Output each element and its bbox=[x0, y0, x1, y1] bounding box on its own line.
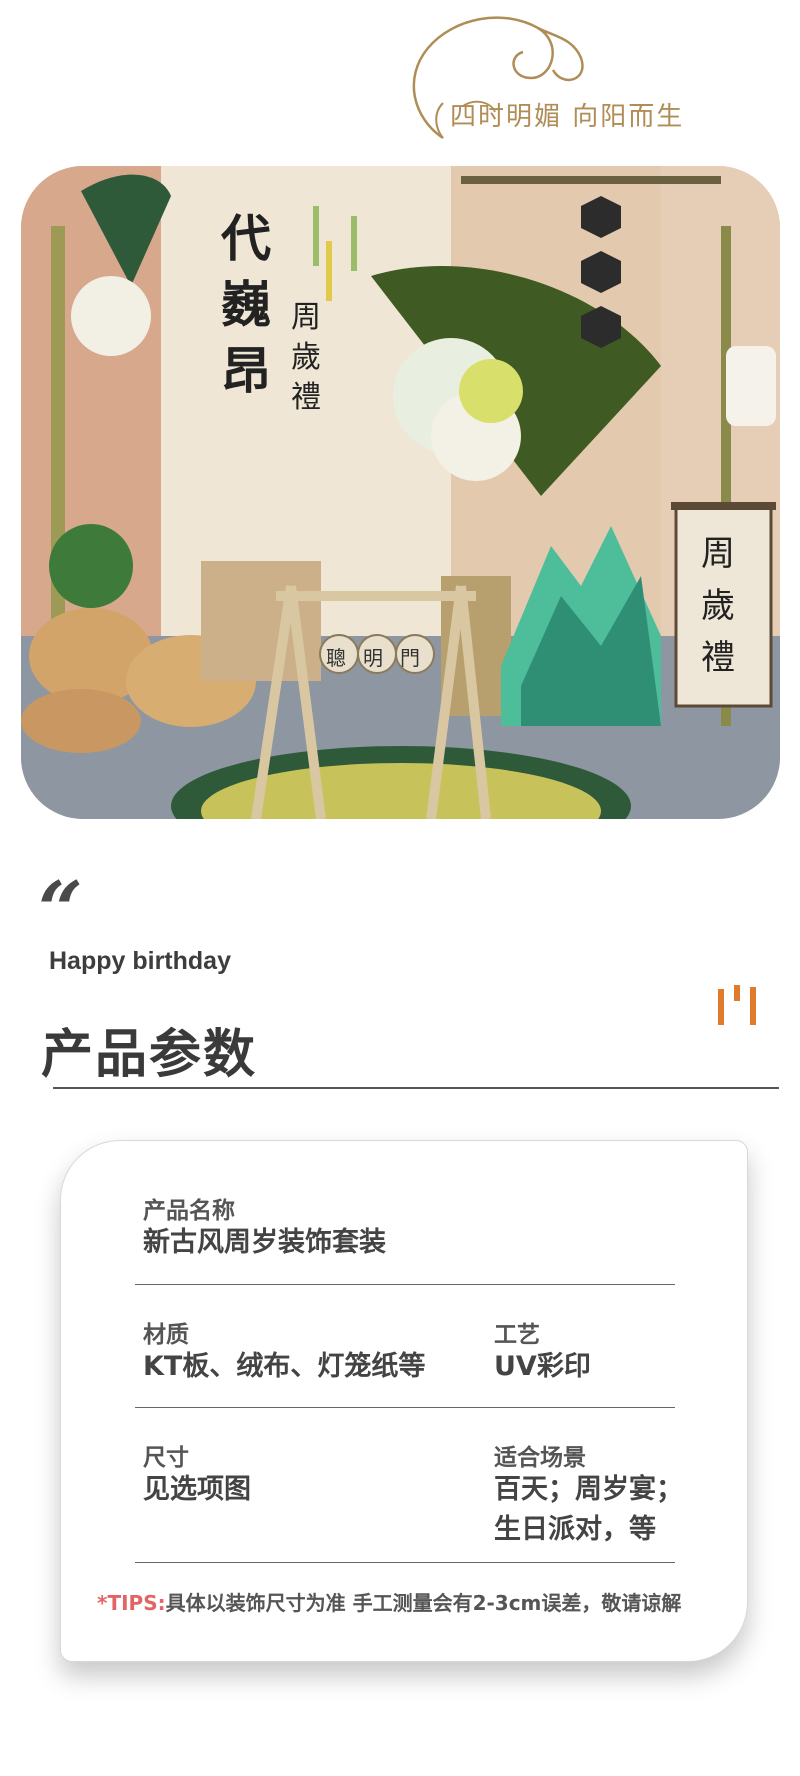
scene-label: 适合场景 bbox=[494, 1445, 586, 1471]
material-label: 材质 bbox=[143, 1322, 189, 1348]
ceremony-char: 歲 bbox=[291, 340, 321, 375]
product-name-label: 产品名称 bbox=[143, 1198, 235, 1224]
tips-note: *TIPS:具体以装饰尺寸为准 手工测量会有2-3cm误差，敬请谅解 bbox=[97, 1587, 681, 1616]
ceremony-char: 周 bbox=[291, 300, 321, 335]
heading-divider bbox=[53, 1087, 779, 1089]
size-value: 见选项图 bbox=[143, 1474, 251, 1505]
scroll-char: 周 bbox=[701, 534, 735, 574]
section-title: 产品参数 bbox=[41, 1025, 258, 1085]
birthday-backdrop-illustration bbox=[21, 166, 780, 819]
scene-value-line-1: 百天；周岁宴； bbox=[494, 1474, 683, 1505]
brand-logo: 四时明媚 向阳而生 bbox=[403, 8, 783, 148]
scroll-calligraphy: 周 歲 禮 bbox=[701, 528, 735, 684]
scroll-char: 歲 bbox=[701, 586, 735, 626]
ceremony-char: 禮 bbox=[291, 380, 321, 415]
size-label: 尺寸 bbox=[143, 1445, 189, 1471]
product-name-value: 新古风周岁装饰套装 bbox=[143, 1227, 386, 1258]
material-value: KT板、绒布、灯笼纸等 bbox=[143, 1351, 426, 1382]
craft-label: 工艺 bbox=[494, 1322, 540, 1348]
name-char: 巍 bbox=[221, 275, 271, 334]
brand-slogan: 四时明媚 向阳而生 bbox=[450, 102, 685, 132]
sign-char: 明 bbox=[363, 646, 383, 670]
sign-char: 門 bbox=[400, 646, 420, 670]
tips-text: 具体以装饰尺寸为准 手工测量会有2-3cm误差，敬请谅解 bbox=[165, 1591, 682, 1615]
product-spec-card: 产品名称 新古风周岁装饰套装 材质 KT板、绒布、灯笼纸等 工艺 UV彩印 尺寸… bbox=[60, 1140, 748, 1662]
craft-value: UV彩印 bbox=[494, 1351, 591, 1382]
card-divider bbox=[135, 1284, 675, 1285]
card-divider bbox=[135, 1407, 675, 1408]
sign-char: 聰 bbox=[326, 646, 346, 670]
quote-mark-icon: “ bbox=[38, 865, 83, 956]
name-calligraphy: 代 巍 昂 bbox=[221, 206, 271, 404]
section-eyebrow: Happy birthday bbox=[49, 947, 231, 975]
hero-product-photo: 代 巍 昂 周 歲 禮 聰 明 門 周 歲 禮 bbox=[21, 166, 780, 819]
scene-value-line-2: 生日派对，等 bbox=[494, 1514, 656, 1545]
tips-tag: *TIPS: bbox=[97, 1591, 166, 1615]
accent-bars-icon bbox=[718, 985, 756, 1025]
ceremony-calligraphy: 周 歲 禮 bbox=[291, 298, 321, 418]
scroll-char: 禮 bbox=[701, 638, 735, 678]
name-char: 代 bbox=[221, 209, 271, 268]
card-divider bbox=[135, 1562, 675, 1563]
name-char: 昂 bbox=[221, 341, 271, 400]
swing-sign: 聰 明 門 bbox=[324, 642, 422, 671]
